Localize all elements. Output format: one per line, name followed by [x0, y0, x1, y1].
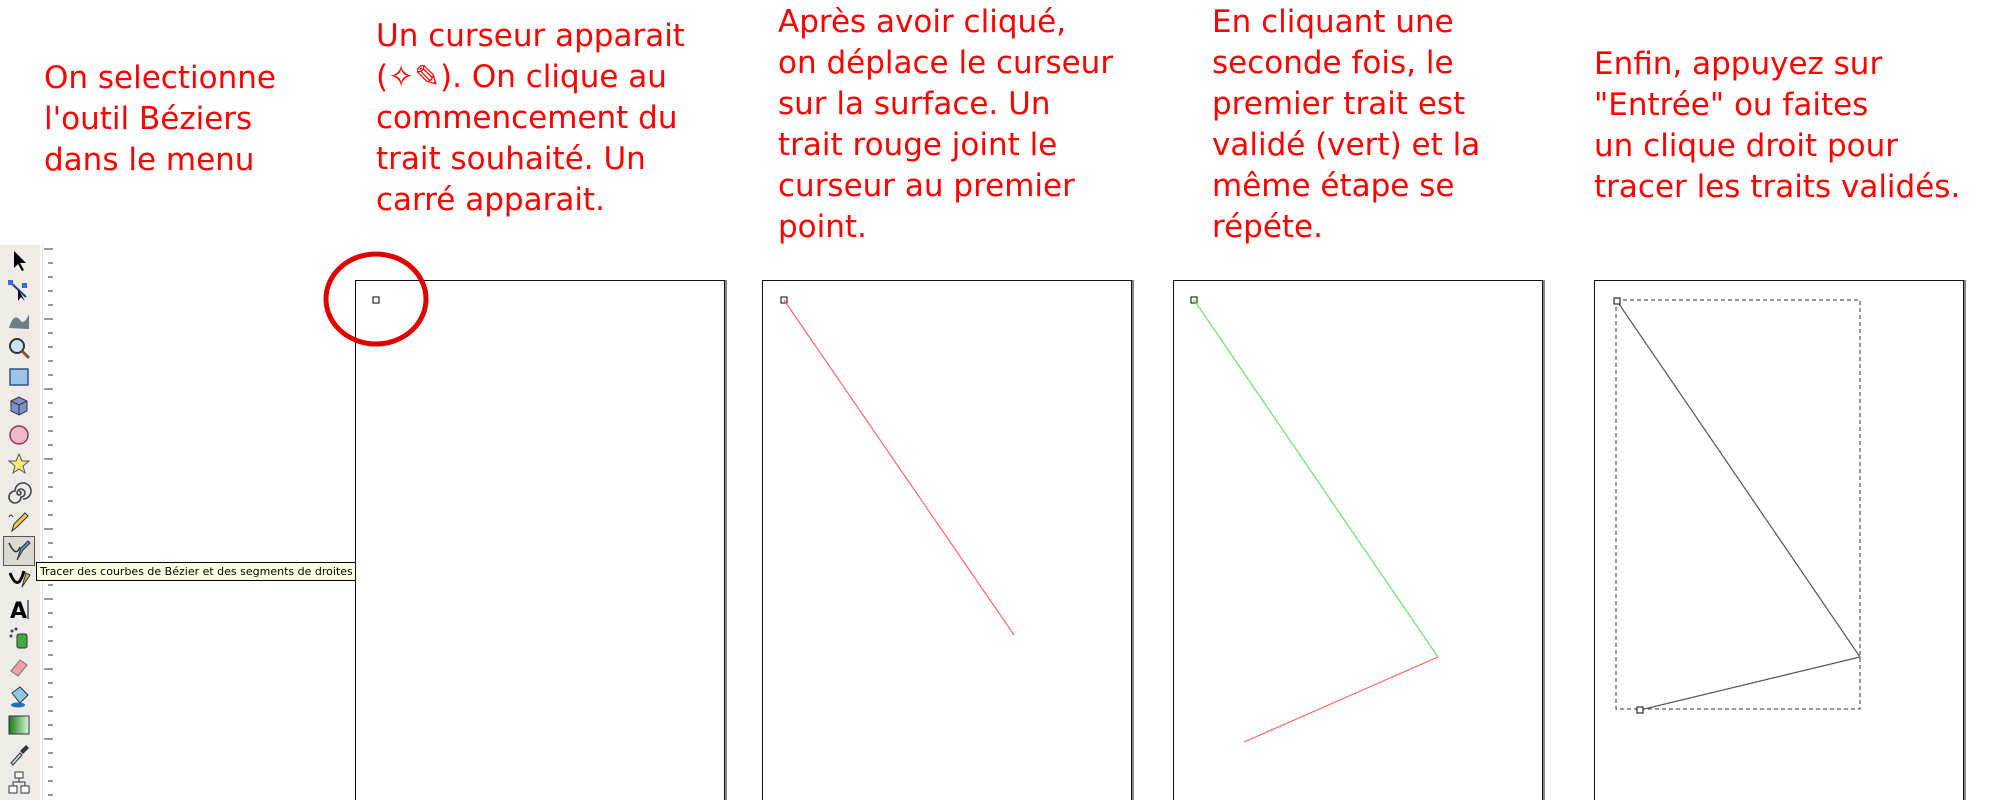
caption-line: sur la surface. Un	[778, 86, 1051, 122]
caption-line: même étape se	[1212, 168, 1455, 204]
svg-text:A: A	[10, 599, 27, 622]
caption-line: trait souhaité. Un	[376, 141, 646, 177]
caption-line: On selectionne	[44, 60, 276, 96]
caption-line: Un curseur apparait	[376, 18, 685, 54]
caption-line: répéte.	[1212, 209, 1323, 245]
eraser-icon[interactable]	[4, 653, 34, 681]
node-editor-icon[interactable]	[4, 276, 34, 304]
caption-line: on déplace le curseur	[778, 45, 1114, 81]
3d-box-icon[interactable]	[4, 392, 34, 420]
spiral-icon[interactable]	[4, 479, 34, 507]
spray-icon[interactable]	[4, 624, 34, 652]
caption-step-3: Après avoir cliqué, on déplace le curseur…	[778, 2, 1113, 248]
zoom-icon[interactable]	[4, 334, 34, 362]
canvas-page-step-5[interactable]	[1594, 280, 1964, 800]
rectangle-icon[interactable]	[4, 363, 34, 391]
selector-icon[interactable]	[4, 247, 34, 275]
caption-line: "Entrée" ou faites	[1594, 87, 1869, 123]
calligraphy-icon[interactable]	[4, 566, 34, 594]
caption-line: premier trait est	[1212, 86, 1466, 122]
ellipse-icon[interactable]	[4, 421, 34, 449]
caption-step-4: En cliquant une seconde fois, le premier t…	[1212, 2, 1480, 248]
caption-line: tracer les traits validés.	[1594, 169, 1961, 205]
caption-line: Après avoir cliqué,	[778, 4, 1067, 40]
caption-step-5: Enfin, appuyez sur "Entrée" ou faites un c…	[1594, 44, 1960, 208]
caption-line: seconde fois, le	[1212, 45, 1454, 81]
canvas-page-step-4[interactable]	[1173, 280, 1543, 800]
caption-line: Enfin, appuyez sur	[1594, 46, 1883, 82]
caption-line: carré apparait.	[376, 182, 605, 218]
text-icon[interactable]: A	[4, 595, 34, 623]
caption-line: dans le menu	[44, 142, 255, 178]
tweak-icon[interactable]	[4, 305, 34, 333]
paint-bucket-icon[interactable]	[4, 682, 34, 710]
caption-line: validé (vert) et la	[1212, 127, 1481, 163]
caption-line: un clique droit pour	[1594, 128, 1899, 164]
caption-step-1: On selectionne l'outil Béziers dans le men…	[44, 58, 276, 181]
caption-line: curseur au premier	[778, 168, 1075, 204]
pencil-icon[interactable]	[4, 508, 34, 536]
caption-line: (✧✎). On clique au	[376, 59, 667, 95]
connector-icon[interactable]	[4, 769, 34, 797]
star-icon[interactable]	[4, 450, 34, 478]
ruler-ticks	[41, 245, 53, 800]
caption-step-2: Un curseur apparait (✧✎). On clique au com…	[376, 16, 685, 221]
tooltip: Tracer des courbes de Bézier et des segm…	[36, 562, 357, 581]
caption-line: En cliquant une	[1212, 4, 1454, 40]
caption-line: trait rouge joint le	[778, 127, 1058, 163]
bezier-pen-icon[interactable]	[3, 536, 35, 566]
caption-line: commencement du	[376, 100, 678, 136]
gradient-icon[interactable]	[4, 711, 34, 739]
caption-line: l'outil Béziers	[44, 101, 253, 137]
canvas-page-step-3[interactable]	[762, 280, 1132, 800]
toolbox: A	[0, 245, 40, 800]
caption-line: point.	[778, 209, 867, 245]
dropper-icon[interactable]	[4, 740, 34, 768]
canvas-page-step-2[interactable]	[355, 280, 725, 800]
vertical-ruler	[41, 245, 54, 800]
